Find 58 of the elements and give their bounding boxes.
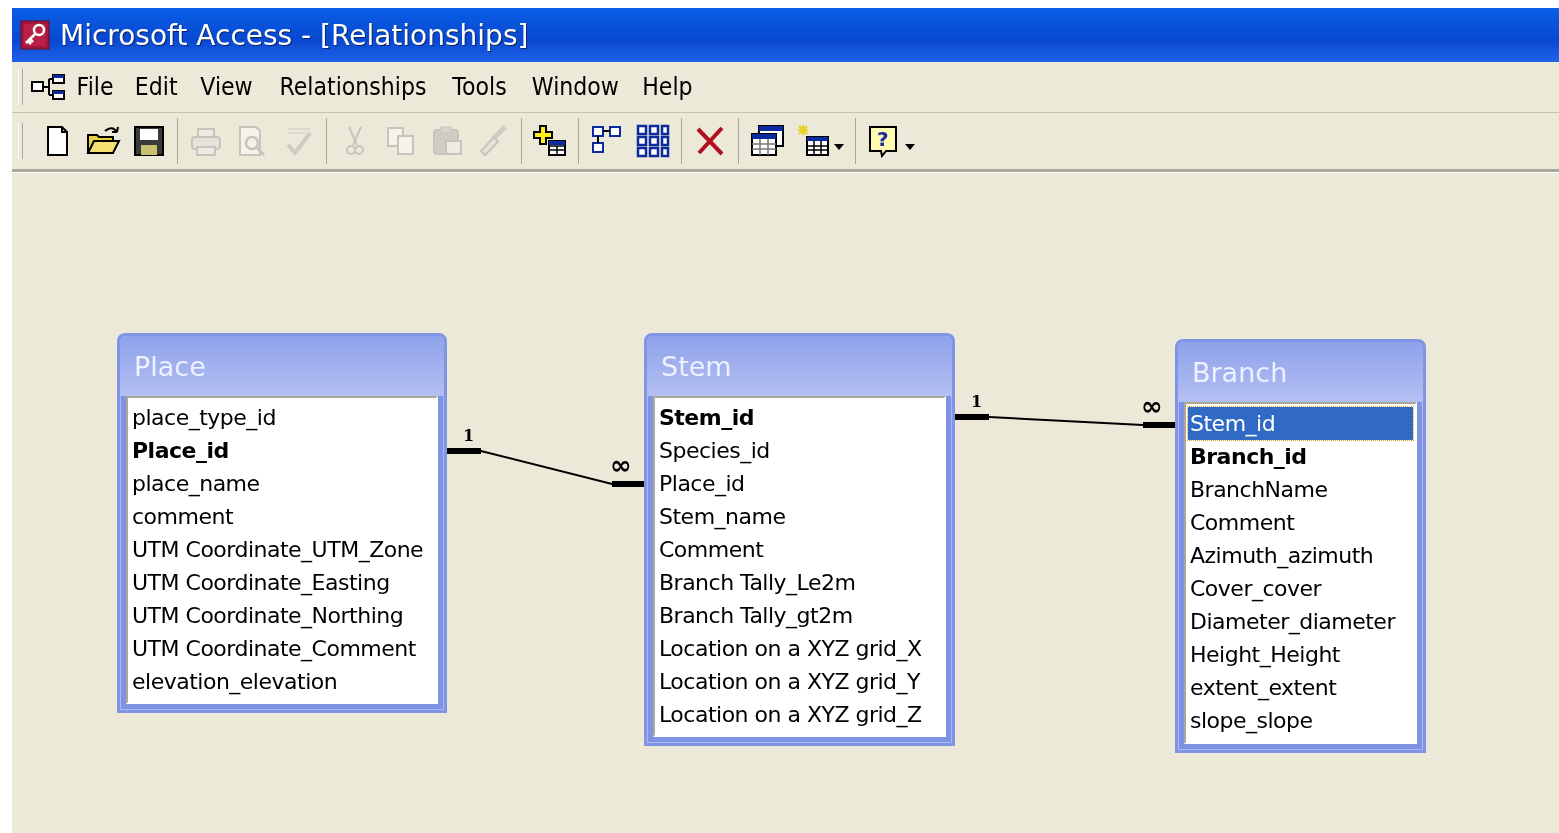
field-item[interactable]: Species_id — [657, 434, 942, 467]
toolbar-button[interactable]: ? — [864, 120, 918, 162]
field-item[interactable]: slope_slope — [1188, 704, 1413, 737]
menu-item[interactable]: Edit — [127, 71, 186, 103]
field-item[interactable]: place_name — [130, 467, 434, 500]
table-title: Branch — [1192, 356, 1288, 388]
window-title: Microsoft Access - [Relationships] — [60, 18, 529, 52]
table-window[interactable]: Place place_type_id Place_id place_name comment UTM Coordinate_UTM_Zone UTM Coordinate_Easting UTM Coordinate_Northing UTM Coordinate_Comment elevation_elevation — [117, 333, 447, 713]
table-window[interactable]: Branch Stem_id Branch_id BranchName Comment Azimuth_azimuth Cover_cover Diameter_diameter Height_Height extent_extent slope_slope — [1175, 339, 1426, 753]
field-item[interactable]: Location on a XYZ grid_Y — [657, 665, 942, 698]
menu-item[interactable]: Relationships — [271, 71, 434, 103]
field-item[interactable]: UTM Coordinate_UTM_Zone — [130, 533, 434, 566]
cardinality-label: ∞ — [1141, 391, 1163, 421]
relationship-line[interactable] — [954, 414, 1176, 428]
relationships-icon[interactable] — [31, 73, 65, 101]
field-item[interactable]: Branch Tally_Le2m — [657, 566, 942, 599]
caret-icon — [904, 143, 916, 151]
field-item[interactable]: Location on a XYZ grid_X — [657, 632, 942, 665]
sparkle-table-icon — [795, 123, 831, 159]
field-item[interactable]: Comment — [1188, 506, 1413, 539]
cardinality-label: 1 — [971, 392, 983, 411]
key-icon — [20, 20, 50, 50]
field-item[interactable]: Branch_id — [1188, 440, 1413, 473]
field-item[interactable]: Place_id — [657, 467, 942, 500]
menu-item[interactable]: View — [192, 71, 260, 103]
plus-table-icon — [532, 123, 568, 159]
field-item[interactable]: Diameter_diameter — [1188, 605, 1413, 638]
table-title: Stem — [661, 350, 732, 382]
menu-item[interactable]: Window — [524, 71, 626, 103]
field-item[interactable]: Stem_id — [657, 401, 942, 434]
table-title: Place — [134, 350, 206, 382]
menu-item[interactable]: Help — [635, 71, 701, 103]
field-item[interactable]: Stem_name — [657, 500, 942, 533]
field-item[interactable]: comment — [130, 500, 434, 533]
field-item[interactable]: elevation_elevation — [130, 665, 434, 698]
menu-item[interactable]: File — [69, 71, 121, 103]
field-item[interactable]: Cover_cover — [1188, 572, 1413, 605]
field-item[interactable]: Comment — [657, 533, 942, 566]
menu-item[interactable]: Tools — [445, 71, 515, 103]
question-mark: ? — [877, 127, 889, 151]
field-item[interactable]: Stem_id — [1188, 407, 1413, 440]
field-item[interactable]: Location on a XYZ grid_Z — [657, 698, 942, 731]
field-item[interactable]: UTM Coordinate_Northing — [130, 599, 434, 632]
cardinality-label: 1 — [463, 426, 475, 445]
table-grid-icon — [635, 123, 671, 159]
field-item[interactable]: extent_extent — [1188, 671, 1413, 704]
cardinality-label: ∞ — [610, 450, 632, 480]
field-item[interactable]: BranchName — [1188, 473, 1413, 506]
field-item[interactable]: Place_id — [130, 434, 434, 467]
field-item[interactable]: place_type_id — [130, 401, 434, 434]
field-item[interactable]: Azimuth_azimuth — [1188, 539, 1413, 572]
windows-icon — [749, 123, 785, 159]
field-item[interactable]: Branch Tally_gt2m — [657, 599, 942, 632]
field-item[interactable]: Height_Height — [1188, 638, 1413, 671]
field-item[interactable]: UTM Coordinate_Comment — [130, 632, 434, 665]
table-window[interactable]: Stem Stem_id Species_id Place_id Stem_name Comment Branch Tally_Le2m Branch Tally_gt2m Location on a XYZ grid_X Location on a XYZ grid_Y Location on a XYZ grid_Z — [644, 333, 955, 746]
caret-icon — [833, 143, 845, 151]
field-item[interactable]: UTM Coordinate_Easting — [130, 566, 434, 599]
